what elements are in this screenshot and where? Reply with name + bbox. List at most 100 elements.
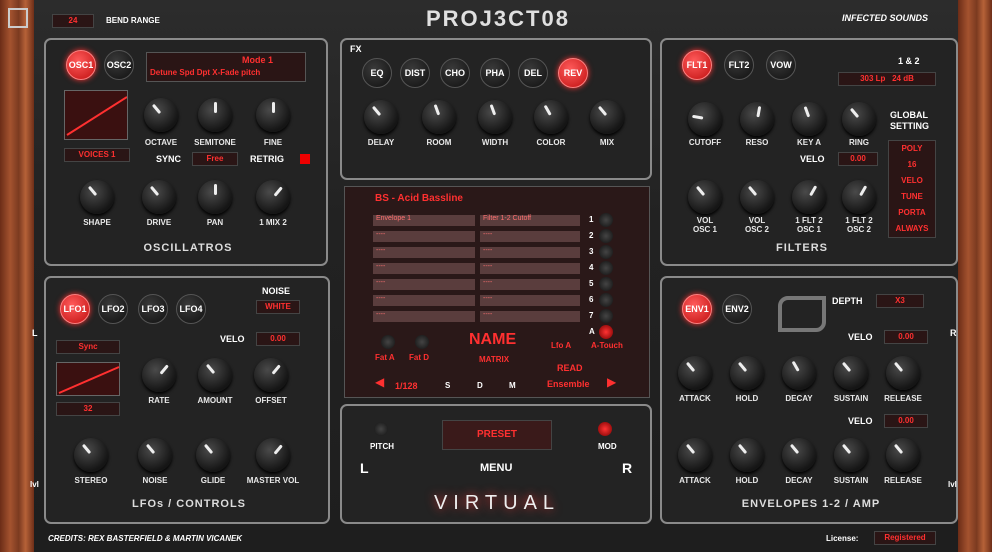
env1-button[interactable]: ENV1: [682, 294, 712, 324]
menu-label[interactable]: MENU: [480, 462, 512, 474]
next-arrow[interactable]: ▶: [607, 375, 616, 389]
amount-knob-2[interactable]: [599, 229, 613, 243]
osc1-button[interactable]: OSC1: [66, 50, 96, 80]
ring-knob[interactable]: [842, 102, 876, 136]
amount-knob-3[interactable]: [599, 245, 613, 259]
mix-knob[interactable]: [256, 180, 290, 214]
bend-value[interactable]: 24: [52, 14, 94, 28]
lfo-sync[interactable]: Sync: [56, 340, 120, 354]
lfo4-button[interactable]: LFO4: [176, 294, 206, 324]
setting-velo[interactable]: VELO: [888, 176, 936, 185]
lfo-rate-value[interactable]: 32: [56, 402, 120, 416]
attack-knob-2[interactable]: [678, 438, 712, 472]
filter-type[interactable]: 303 Lp 24 dB: [838, 72, 936, 86]
fat-d-knob[interactable]: [415, 335, 429, 349]
src-row-7[interactable]: ----: [373, 311, 475, 322]
lfo1-button[interactable]: LFO1: [60, 294, 90, 324]
dst-row-1[interactable]: Filter 1-2 Cutoff: [480, 215, 580, 226]
release-knob-1[interactable]: [886, 356, 920, 390]
preset-button[interactable]: PRESET: [442, 420, 552, 450]
fat-a-knob[interactable]: [381, 335, 395, 349]
semitone-knob[interactable]: [198, 98, 232, 132]
dst-row-4[interactable]: ----: [480, 263, 580, 274]
amount-knob-5[interactable]: [599, 277, 613, 291]
sustain-knob-1[interactable]: [834, 356, 868, 390]
delay-knob[interactable]: [364, 100, 398, 134]
setting-porta[interactable]: PORTA: [888, 208, 936, 217]
sync-free[interactable]: Free: [192, 152, 238, 166]
vow-button[interactable]: VOW: [766, 50, 796, 80]
lfo2-button[interactable]: LFO2: [98, 294, 128, 324]
decay-knob-2[interactable]: [782, 438, 816, 472]
ensemble-label[interactable]: Ensemble: [547, 379, 590, 389]
pitch-knob[interactable]: [374, 422, 388, 436]
vol-osc1-knob[interactable]: [688, 180, 722, 214]
decay-knob-1[interactable]: [782, 356, 816, 390]
lfo3-button[interactable]: LFO3: [138, 294, 168, 324]
flt1-button[interactable]: FLT1: [682, 50, 712, 80]
flt-velo-value[interactable]: 0.00: [838, 152, 878, 166]
vol-osc2-knob[interactable]: [740, 180, 774, 214]
eq-button[interactable]: EQ: [362, 58, 392, 88]
flt-osc1-knob[interactable]: [792, 180, 826, 214]
amount-knob-1[interactable]: [599, 213, 613, 227]
drive-knob[interactable]: [142, 180, 176, 214]
dst-row-5[interactable]: ----: [480, 279, 580, 290]
depth-value[interactable]: X3: [876, 294, 924, 308]
dst-row-6[interactable]: ----: [480, 295, 580, 306]
pan-knob[interactable]: [198, 180, 232, 214]
dst-row-3[interactable]: ----: [480, 247, 580, 258]
setting-16[interactable]: 16: [888, 160, 936, 169]
sustain-knob-2[interactable]: [834, 438, 868, 472]
color-knob[interactable]: [534, 100, 568, 134]
prev-arrow[interactable]: ◀: [375, 375, 384, 389]
rate-knob[interactable]: [142, 358, 176, 392]
retrig-toggle[interactable]: [300, 154, 310, 164]
del-button[interactable]: DEL: [518, 58, 548, 88]
reso-knob[interactable]: [740, 102, 774, 136]
src-row-2[interactable]: ----: [373, 231, 475, 242]
fine-knob[interactable]: [256, 98, 290, 132]
noise-knob[interactable]: [138, 438, 172, 472]
flt2-button[interactable]: FLT2: [724, 50, 754, 80]
flt-osc2-knob[interactable]: [842, 180, 876, 214]
setting-tune[interactable]: TUNE: [888, 192, 936, 201]
noise-white[interactable]: WHITE: [256, 300, 300, 314]
src-row-4[interactable]: ----: [373, 263, 475, 274]
amount-knob-7[interactable]: [599, 309, 613, 323]
mix-fx-knob[interactable]: [590, 100, 624, 134]
src-row-6[interactable]: ----: [373, 295, 475, 306]
amount-knob-6[interactable]: [599, 293, 613, 307]
glide-knob[interactable]: [196, 438, 230, 472]
rev-button[interactable]: REV: [558, 58, 588, 88]
attack-knob-1[interactable]: [678, 356, 712, 390]
keya-knob[interactable]: [792, 102, 826, 136]
cho-button[interactable]: CHO: [440, 58, 470, 88]
dist-button[interactable]: DIST: [400, 58, 430, 88]
cutoff-knob[interactable]: [688, 102, 722, 136]
read-label[interactable]: READ: [557, 363, 583, 373]
pha-button[interactable]: PHA: [480, 58, 510, 88]
mod-knob[interactable]: [598, 422, 612, 436]
setting-always[interactable]: ALWAYS: [888, 224, 936, 233]
osc2-button[interactable]: OSC2: [104, 50, 134, 80]
voices-display[interactable]: VOICES 1: [64, 148, 130, 162]
offset-knob[interactable]: [254, 358, 288, 392]
hold-knob-2[interactable]: [730, 438, 764, 472]
amount-knob[interactable]: [198, 358, 232, 392]
width-knob[interactable]: [478, 100, 512, 134]
hold-knob-1[interactable]: [730, 356, 764, 390]
env-velo-value-1[interactable]: 0.00: [884, 330, 928, 344]
shape-knob[interactable]: [80, 180, 114, 214]
stereo-knob[interactable]: [74, 438, 108, 472]
dst-row-7[interactable]: ----: [480, 311, 580, 322]
src-row-1[interactable]: Envelope 1: [373, 215, 475, 226]
env2-button[interactable]: ENV2: [722, 294, 752, 324]
amount-knob-4[interactable]: [599, 261, 613, 275]
setting-poly[interactable]: POLY: [888, 144, 936, 153]
amount-knob-a[interactable]: [599, 325, 613, 339]
octave-knob[interactable]: [144, 98, 178, 132]
src-row-3[interactable]: ----: [373, 247, 475, 258]
master-vol-knob[interactable]: [256, 438, 290, 472]
lfo-velo-value[interactable]: 0.00: [256, 332, 300, 346]
